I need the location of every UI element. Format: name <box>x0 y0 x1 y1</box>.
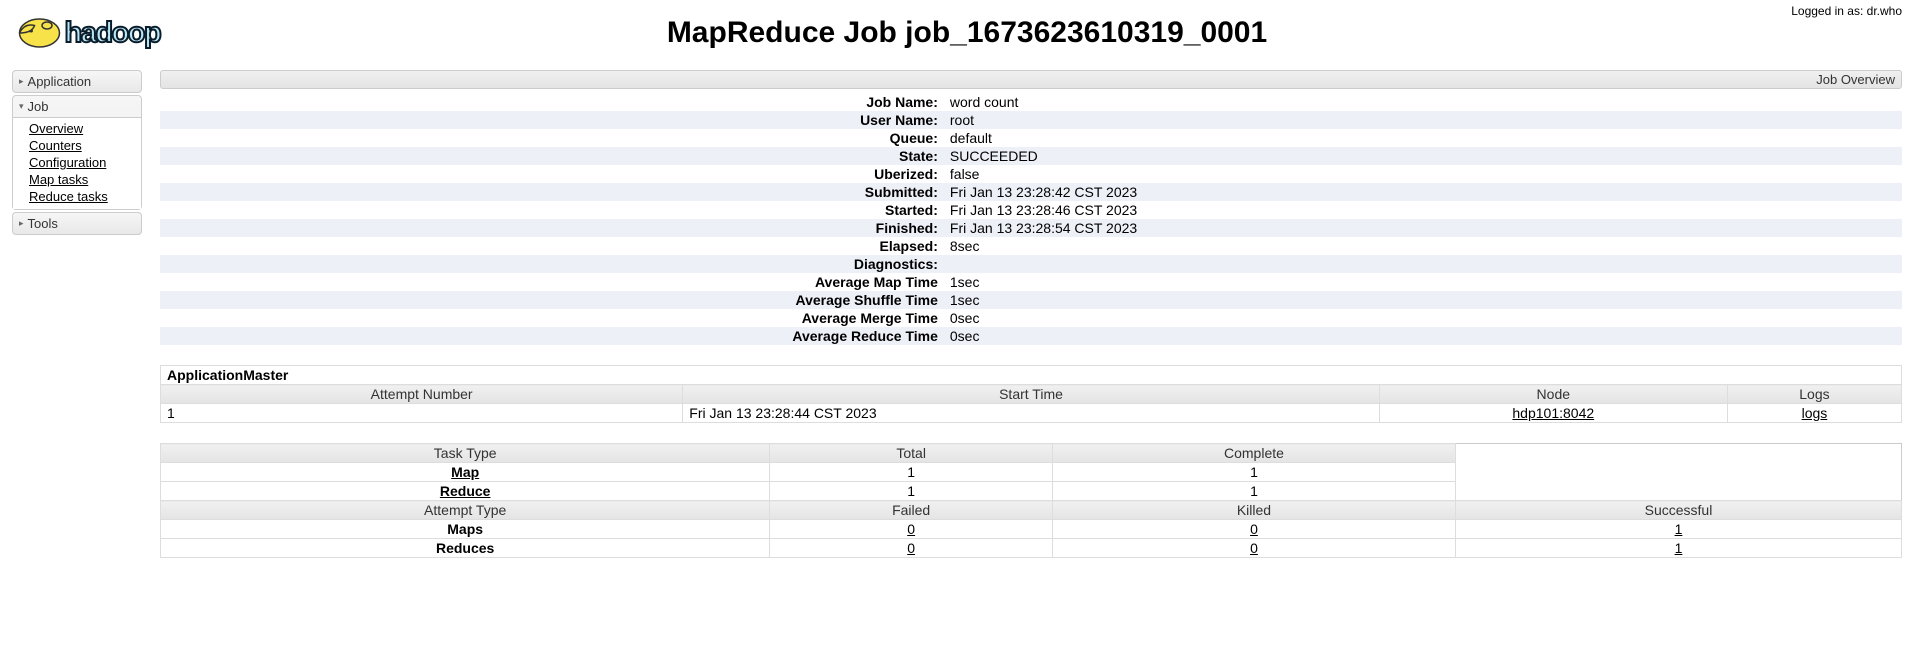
table-row: Map 1 1 <box>161 463 1902 482</box>
logs-link[interactable]: logs <box>1802 405 1828 421</box>
col-attempt-type: Attempt Type <box>161 501 770 520</box>
col-complete: Complete <box>1052 444 1455 463</box>
sidebar-item-reduce-tasks[interactable]: Reduce tasks <box>13 188 141 205</box>
kv-key: State: <box>160 147 944 165</box>
cell-attempt-type: Reduces <box>436 540 494 556</box>
kv-row: Job Name:word count <box>160 93 1902 111</box>
kv-row: State:SUCCEEDED <box>160 147 1902 165</box>
kv-value: 1sec <box>944 291 1902 309</box>
cell-complete: 1 <box>1052 463 1455 482</box>
col-failed: Failed <box>770 501 1053 520</box>
kv-value: word count <box>944 93 1902 111</box>
chevron-down-icon: ▾ <box>19 101 24 112</box>
kv-row: Diagnostics: <box>160 255 1902 273</box>
page-title: MapReduce Job job_1673623610319_0001 <box>32 16 1902 50</box>
cell-total: 1 <box>770 463 1053 482</box>
sidebar-item-overview[interactable]: Overview <box>13 120 141 137</box>
sidebar-tools[interactable]: ▸ Tools <box>13 213 141 234</box>
sidebar-label: Tools <box>28 216 58 231</box>
appmaster-section-header: ApplicationMaster <box>161 366 1902 385</box>
kv-key: Started: <box>160 201 944 219</box>
col-start-time: Start Time <box>683 385 1379 404</box>
sidebar-item-map-tasks[interactable]: Map tasks <box>13 171 141 188</box>
successful-link[interactable]: 1 <box>1675 521 1683 537</box>
kv-row: Average Shuffle Time1sec <box>160 291 1902 309</box>
kv-row: Average Merge Time0sec <box>160 309 1902 327</box>
col-attempt-number: Attempt Number <box>161 385 683 404</box>
kv-key: Diagnostics: <box>160 255 944 273</box>
kv-row: User Name:root <box>160 111 1902 129</box>
col-killed: Killed <box>1052 501 1455 520</box>
killed-link[interactable]: 0 <box>1250 540 1258 556</box>
kv-value: SUCCEEDED <box>944 147 1902 165</box>
reduce-link[interactable]: Reduce <box>440 483 491 499</box>
sidebar-label: Job <box>28 99 49 114</box>
col-total: Total <box>770 444 1053 463</box>
main-content: Job Overview Job Name:word countUser Nam… <box>160 70 1902 558</box>
kv-key: Average Merge Time <box>160 309 944 327</box>
kv-key: Average Shuffle Time <box>160 291 944 309</box>
map-link[interactable]: Map <box>451 464 479 480</box>
kv-row: Average Map Time1sec <box>160 273 1902 291</box>
table-row: 1 Fri Jan 13 23:28:44 CST 2023 hdp101:80… <box>161 404 1902 423</box>
sidebar-application[interactable]: ▸ Application <box>13 71 141 92</box>
kv-value: 1sec <box>944 273 1902 291</box>
table-row: Reduces 0 0 1 <box>161 539 1902 558</box>
sidebar-job[interactable]: ▾ Job <box>13 96 141 117</box>
sidebar: ▸ Application ▾ Job Overview Counters Co… <box>12 70 142 558</box>
task-type-table: Task Type Total Complete Map 1 1 Reduce … <box>160 443 1902 558</box>
kv-row: Finished:Fri Jan 13 23:28:54 CST 2023 <box>160 219 1902 237</box>
kv-value: 0sec <box>944 309 1902 327</box>
kv-key: Queue: <box>160 129 944 147</box>
kv-value: Fri Jan 13 23:28:54 CST 2023 <box>944 219 1902 237</box>
kv-key: User Name: <box>160 111 944 129</box>
cell-attempt: 1 <box>161 404 683 423</box>
successful-link[interactable]: 1 <box>1675 540 1683 556</box>
kv-value: root <box>944 111 1902 129</box>
kv-key: Submitted: <box>160 183 944 201</box>
kv-key: Job Name: <box>160 93 944 111</box>
kv-row: Average Reduce Time0sec <box>160 327 1902 345</box>
cell-attempt-type: Maps <box>447 521 483 537</box>
col-node: Node <box>1379 385 1727 404</box>
cell-complete: 1 <box>1052 482 1455 501</box>
failed-link[interactable]: 0 <box>907 540 915 556</box>
kv-key: Finished: <box>160 219 944 237</box>
table-row: Maps 0 0 1 <box>161 520 1902 539</box>
kv-key: Average Map Time <box>160 273 944 291</box>
failed-link[interactable]: 0 <box>907 521 915 537</box>
kv-key: Elapsed: <box>160 237 944 255</box>
kv-value: Fri Jan 13 23:28:46 CST 2023 <box>944 201 1902 219</box>
sidebar-label: Application <box>28 74 92 89</box>
chevron-right-icon: ▸ <box>19 76 24 87</box>
kv-value: 8sec <box>944 237 1902 255</box>
kv-row: Submitted:Fri Jan 13 23:28:42 CST 2023 <box>160 183 1902 201</box>
kv-value <box>944 255 1902 273</box>
node-link[interactable]: hdp101:8042 <box>1512 405 1594 421</box>
col-logs: Logs <box>1727 385 1901 404</box>
kv-key: Average Reduce Time <box>160 327 944 345</box>
login-info: Logged in as: dr.who <box>1791 4 1902 18</box>
appmaster-table: ApplicationMaster Attempt Number Start T… <box>160 365 1902 423</box>
col-successful: Successful <box>1455 501 1901 520</box>
chevron-right-icon: ▸ <box>19 218 24 229</box>
cell-total: 1 <box>770 482 1053 501</box>
kv-row: Elapsed:8sec <box>160 237 1902 255</box>
job-overview-table: Job Name:word countUser Name:rootQueue:d… <box>160 93 1902 345</box>
kv-key: Uberized: <box>160 165 944 183</box>
sidebar-item-counters[interactable]: Counters <box>13 137 141 154</box>
cell-start: Fri Jan 13 23:28:44 CST 2023 <box>683 404 1379 423</box>
kv-value: false <box>944 165 1902 183</box>
col-task-type: Task Type <box>161 444 770 463</box>
kv-row: Started:Fri Jan 13 23:28:46 CST 2023 <box>160 201 1902 219</box>
sidebar-item-configuration[interactable]: Configuration <box>13 154 141 171</box>
table-row: Reduce 1 1 <box>161 482 1902 501</box>
kv-row: Queue:default <box>160 129 1902 147</box>
kv-row: Uberized:false <box>160 165 1902 183</box>
killed-link[interactable]: 0 <box>1250 521 1258 537</box>
kv-value: default <box>944 129 1902 147</box>
overview-bar: Job Overview <box>160 70 1902 89</box>
kv-value: 0sec <box>944 327 1902 345</box>
kv-value: Fri Jan 13 23:28:42 CST 2023 <box>944 183 1902 201</box>
